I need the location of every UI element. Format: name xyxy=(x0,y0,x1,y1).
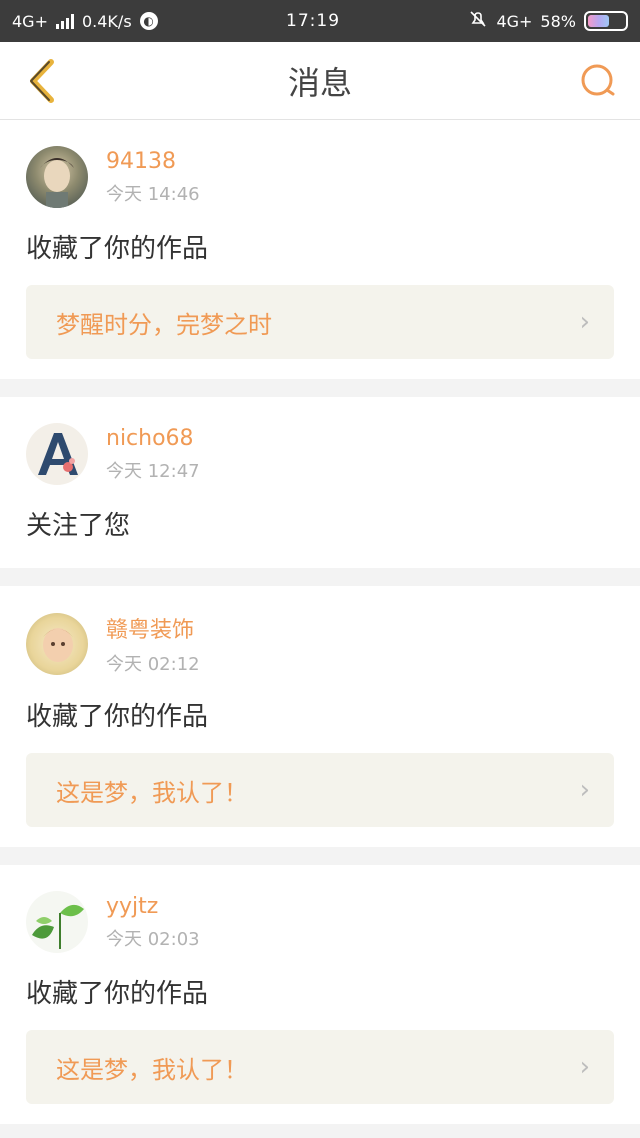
avatar[interactable] xyxy=(26,613,88,675)
notification-card: 赣粤装饰 今天 02:12 收藏了你的作品 这是梦，我认了！ › xyxy=(0,586,640,847)
status-right: 4G+ 58% xyxy=(468,9,628,33)
sprout-icon xyxy=(32,904,84,949)
work-link[interactable]: 这是梦，我认了！ › xyxy=(26,753,614,827)
search-button[interactable] xyxy=(574,57,622,105)
boy-portrait-icon xyxy=(40,158,74,208)
chevron-right-icon: › xyxy=(579,775,590,805)
page-title: 消息 xyxy=(287,63,352,102)
data-saver-icon: ◐ xyxy=(139,12,158,30)
chevron-right-icon: › xyxy=(579,307,590,337)
action-text: 收藏了你的作品 xyxy=(26,979,209,1009)
work-link[interactable]: 梦醒时分，完梦之时 › xyxy=(26,285,614,359)
avatar[interactable] xyxy=(26,423,88,485)
timestamp: 今天 02:03 xyxy=(106,928,200,950)
notification-card: 94138 今天 14:46 收藏了你的作品 梦醒时分，完梦之时 › xyxy=(0,120,640,379)
signal-icon xyxy=(55,13,74,29)
network-type-label: 4G+ xyxy=(12,11,48,31)
network-speed: 0.4K/s xyxy=(81,11,132,31)
work-link[interactable]: 这是梦，我认了！ › xyxy=(26,1030,614,1104)
work-title: 这是梦，我认了！ xyxy=(56,778,248,807)
chevron-right-icon: › xyxy=(579,1052,590,1082)
header: 消息 xyxy=(0,42,640,120)
letter-a-icon xyxy=(38,433,78,475)
battery-percent: 58% xyxy=(540,11,576,31)
status-bar: 4G+ 0.4K/s ◐ 17:19 4G+ 58% xyxy=(0,0,640,42)
action-text: 关注了您 xyxy=(26,511,131,541)
work-title: 梦醒时分，完梦之时 xyxy=(56,310,272,339)
notification-feed: 94138 今天 14:46 收藏了你的作品 梦醒时分，完梦之时 › nicho… xyxy=(0,120,640,1124)
status-left: 4G+ 0.4K/s ◐ xyxy=(12,12,158,31)
mute-icon xyxy=(468,9,488,33)
timestamp: 今天 12:47 xyxy=(106,460,200,482)
notification-card: nicho68 今天 12:47 关注了您 xyxy=(0,397,640,568)
status-time: 17:19 xyxy=(286,11,341,31)
avatar[interactable] xyxy=(26,146,88,208)
username[interactable]: yyjtz xyxy=(106,894,200,919)
chevron-left-icon xyxy=(30,58,54,103)
username[interactable]: nicho68 xyxy=(106,426,200,451)
battery-icon xyxy=(583,11,628,31)
avatar[interactable] xyxy=(26,891,88,953)
back-button[interactable] xyxy=(18,57,66,105)
work-title: 这是梦，我认了！ xyxy=(56,1055,248,1084)
network-type-right: 4G+ xyxy=(496,11,533,31)
timestamp: 今天 14:46 xyxy=(106,183,200,205)
timestamp: 今天 02:12 xyxy=(106,654,200,675)
notification-card: yyjtz 今天 02:03 收藏了你的作品 这是梦，我认了！ › xyxy=(0,865,640,1124)
username[interactable]: 94138 xyxy=(106,149,200,174)
search-icon xyxy=(581,64,615,95)
action-text: 收藏了你的作品 xyxy=(26,234,209,264)
username[interactable]: 赣粤装饰 xyxy=(106,612,200,644)
action-text: 收藏了你的作品 xyxy=(26,702,209,732)
baby-portrait-icon xyxy=(43,628,73,662)
